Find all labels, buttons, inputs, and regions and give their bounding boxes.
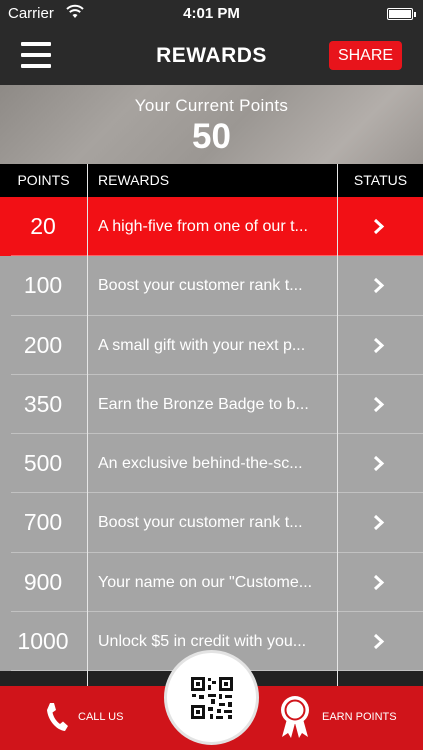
- chevron-right-icon: [373, 278, 385, 294]
- reward-points: 500: [23, 450, 63, 477]
- reward-status: [338, 553, 423, 612]
- reward-points: 900: [23, 568, 63, 595]
- chevron-right-icon: [373, 633, 385, 650]
- reward-status: [338, 493, 423, 552]
- reward-description: A small gift with your next p...: [98, 336, 306, 354]
- scan-qr-button[interactable]: [164, 650, 259, 745]
- reward-points: 700: [23, 509, 63, 536]
- status-bar: Carrier 4:01 PM: [0, 0, 423, 28]
- rewards-table-header: POINTS REWARDS STATUS: [0, 164, 423, 197]
- status-column-header: STATUS: [353, 172, 408, 188]
- reward-row[interactable]: 700 Boost your customer rank t...: [0, 493, 423, 554]
- current-points-label: Your Current Points: [134, 96, 289, 115]
- share-button[interactable]: SHARE: [329, 41, 402, 70]
- current-points-banner: Your Current Points 50: [0, 85, 423, 164]
- reward-description: A high-five from one of our t...: [98, 218, 308, 235]
- column-divider: [87, 164, 88, 699]
- chevron-right-icon: [373, 396, 385, 412]
- earn-points-label: EARN POINTS: [322, 711, 397, 723]
- reward-status: [338, 256, 423, 315]
- reward-row[interactable]: 200 A small gift with your next p...: [0, 315, 423, 376]
- chevron-right-icon: [373, 456, 385, 472]
- reward-points: 100: [23, 272, 63, 299]
- chevron-right-icon: [373, 218, 385, 235]
- column-divider: [337, 164, 338, 699]
- reward-description: Boost your customer rank t...: [98, 277, 303, 295]
- rewards-list: 20 A high-five from one of our t... 100 …: [0, 197, 423, 672]
- reward-description: Your name on our "Custome...: [98, 573, 313, 591]
- reward-row[interactable]: 350 Earn the Bronze Badge to b...: [0, 374, 423, 435]
- reward-description: Boost your customer rank t...: [98, 514, 303, 532]
- reward-row[interactable]: 100 Boost your customer rank t...: [0, 256, 423, 316]
- reward-status: [338, 316, 423, 375]
- earn-points-button[interactable]: EARN POINTS: [278, 692, 418, 742]
- phone-icon: [47, 703, 68, 731]
- qr-code-icon: [191, 677, 233, 719]
- reward-description: Earn the Bronze Badge to b...: [98, 395, 309, 413]
- clock: 4:01 PM: [183, 5, 240, 22]
- award-ribbon-icon: [281, 696, 309, 738]
- reward-points: 200: [23, 331, 63, 358]
- points-column-header: POINTS: [17, 172, 70, 188]
- rewards-column-header: REWARDS: [98, 172, 170, 188]
- reward-status: [338, 434, 423, 493]
- reward-status: [338, 375, 423, 434]
- reward-status: [338, 197, 423, 256]
- chevron-right-icon: [373, 574, 385, 590]
- current-points-value: 50: [192, 117, 231, 156]
- reward-row[interactable]: 500 An exclusive behind-the-sc...: [0, 434, 423, 494]
- nav-bar: REWARDS SHARE: [0, 28, 423, 85]
- reward-description: An exclusive behind-the-sc...: [98, 455, 303, 473]
- call-us-label: CALL US: [78, 711, 124, 723]
- reward-points: 20: [30, 213, 56, 239]
- chevron-right-icon: [373, 515, 385, 531]
- reward-points: 1000: [17, 628, 69, 655]
- battery-icon: [387, 8, 416, 20]
- chevron-right-icon: [373, 337, 385, 353]
- reward-points: 350: [23, 390, 63, 417]
- reward-row[interactable]: 20 A high-five from one of our t...: [0, 197, 423, 257]
- reward-status: [338, 612, 423, 671]
- reward-row[interactable]: 900 Your name on our "Custome...: [0, 552, 423, 613]
